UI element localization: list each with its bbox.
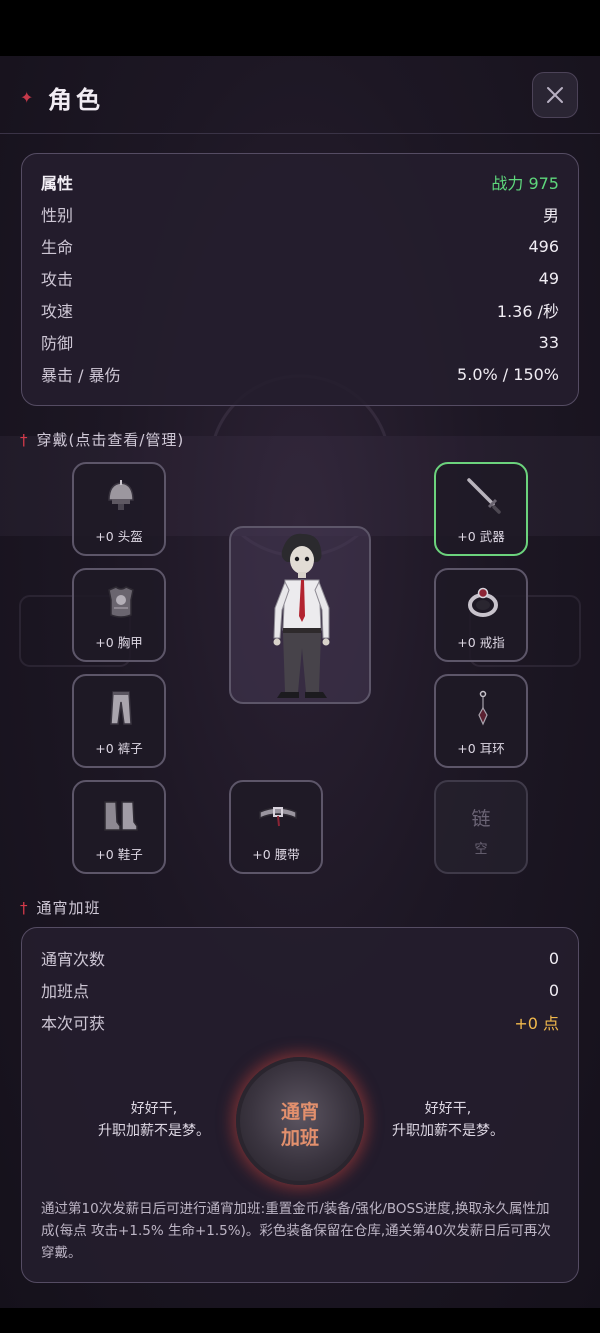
stat-label: 暴击 / 暴伤: [41, 366, 121, 385]
slot-ring[interactable]: +0 戒指: [434, 568, 528, 662]
overtime-button-line2: 加班: [280, 1127, 319, 1149]
stat-value: 5.0% / 150%: [457, 364, 559, 384]
slot-label: +0 头盔: [95, 529, 143, 544]
dagger-icon: †: [20, 899, 29, 917]
close-icon: [547, 87, 563, 103]
boots-icon: [104, 801, 138, 831]
stats-heading: 属性: [41, 174, 74, 193]
chain-slot-status: 空: [474, 842, 488, 857]
ring-icon: [468, 587, 498, 617]
slot-chain[interactable]: 链 空: [434, 780, 528, 874]
stat-label: 生命: [41, 238, 74, 257]
slot-label: +0 耳环: [457, 741, 505, 756]
diamond-icon: ✦: [20, 88, 34, 107]
slot-label: +0 胸甲: [95, 635, 143, 650]
stat-value: 496: [528, 236, 559, 256]
pants-icon: [110, 691, 132, 725]
slot-chest[interactable]: +0 胸甲: [72, 568, 166, 662]
slot-pants[interactable]: +0 裤子: [72, 674, 166, 768]
slot-helmet[interactable]: +0 头盔: [72, 462, 166, 556]
slot-label: +0 戒指: [457, 635, 505, 650]
flavor-line: 升职加薪不是梦。: [392, 1123, 504, 1139]
flavor-line: 升职加薪不是梦。: [98, 1123, 210, 1139]
stat-value: 男: [542, 206, 559, 225]
slot-label: +0 武器: [457, 529, 505, 544]
overtime-label: 通宵次数: [41, 950, 106, 969]
overtime-card: 通宵次数 0 加班点 0 本次可获 +0 点 好好干, 升职加薪不是梦。 好好干…: [21, 927, 579, 1283]
status-bar: [0, 0, 600, 56]
flavor-line: 好好干,: [424, 1101, 472, 1117]
slot-earring[interactable]: +0 耳环: [434, 674, 528, 768]
helmet-icon: [108, 480, 134, 510]
chain-slot-name: 链: [471, 808, 491, 830]
stat-row-defense: 防御 33: [41, 326, 559, 358]
stat-value: 49: [538, 268, 559, 288]
flavor-text-right: 好好干, 升职加薪不是梦。: [368, 1098, 528, 1142]
stat-label: 防御: [41, 334, 74, 353]
overtime-row-count: 通宵次数 0: [41, 942, 559, 974]
stat-row-hp: 生命 496: [41, 230, 559, 262]
character-figure: [273, 533, 330, 698]
stat-row-gender: 性别 男: [41, 198, 559, 230]
overtime-section-title: † 通宵加班: [20, 897, 101, 918]
overtime-row-gain: 本次可获 +0 点: [41, 1006, 559, 1038]
equipment-title-text: 穿戴(点击查看/管理): [36, 431, 185, 449]
stat-label: 性别: [41, 206, 74, 225]
stat-row-attack-speed: 攻速 1.36 /秒: [41, 294, 559, 326]
dagger-icon: †: [20, 431, 29, 449]
overtime-value: 0: [548, 980, 559, 1000]
stat-value: 1.36 /秒: [496, 302, 559, 321]
stat-row-crit: 暴击 / 暴伤 5.0% / 150%: [41, 358, 559, 390]
overtime-row-points: 加班点 0: [41, 974, 559, 1006]
page-title: 角色: [48, 86, 104, 114]
flavor-line: 好好干,: [130, 1101, 178, 1117]
close-button[interactable]: [532, 72, 578, 118]
overtime-value: +0 点: [514, 1014, 559, 1033]
combat-power: 战力 975: [491, 174, 559, 193]
panel-header: ✦ 角色: [0, 56, 600, 134]
slot-shoes[interactable]: +0 鞋子: [72, 780, 166, 874]
sword-icon: [467, 478, 501, 514]
slot-label: +0 裤子: [95, 741, 143, 756]
slot-label: +0 腰带: [252, 847, 300, 862]
slot-belt[interactable]: +0 腰带: [229, 780, 323, 874]
character-portrait[interactable]: [229, 526, 371, 704]
overtime-value: 0: [548, 948, 559, 968]
overtime-label: 加班点: [41, 982, 90, 1001]
stat-label: 攻击: [41, 270, 74, 289]
slot-label: +0 鞋子: [95, 847, 143, 862]
flavor-text-left: 好好干, 升职加薪不是梦。: [74, 1098, 234, 1142]
character-panel: ✦ 角色 属性 战力 975 性别 男 生命 496 攻击 49 攻速 1.36…: [0, 56, 600, 1308]
overtime-label: 本次可获: [41, 1014, 106, 1033]
stat-value: 33: [538, 332, 559, 352]
overtime-title-text: 通宵加班: [36, 899, 101, 917]
bottom-bar: [0, 1308, 600, 1333]
overtime-button[interactable]: 通宵 加班: [236, 1057, 364, 1185]
earring-icon: [478, 690, 488, 726]
chest-armor-icon: [108, 586, 134, 618]
equipment-section-title: † 穿戴(点击查看/管理): [20, 429, 184, 450]
overtime-button-line1: 通宵: [280, 1101, 319, 1123]
stat-label: 攻速: [41, 302, 74, 321]
slot-weapon[interactable]: +0 武器: [434, 462, 528, 556]
belt-icon: [259, 807, 297, 827]
stats-heading-row: 属性 战力 975: [41, 166, 559, 198]
stats-card: 属性 战力 975 性别 男 生命 496 攻击 49 攻速 1.36 /秒 防…: [21, 153, 579, 406]
overtime-note: 通过第10次发薪日后可进行通宵加班:重置金币/装备/强化/BOSS进度,换取永久…: [41, 1201, 551, 1261]
stat-row-attack: 攻击 49: [41, 262, 559, 294]
